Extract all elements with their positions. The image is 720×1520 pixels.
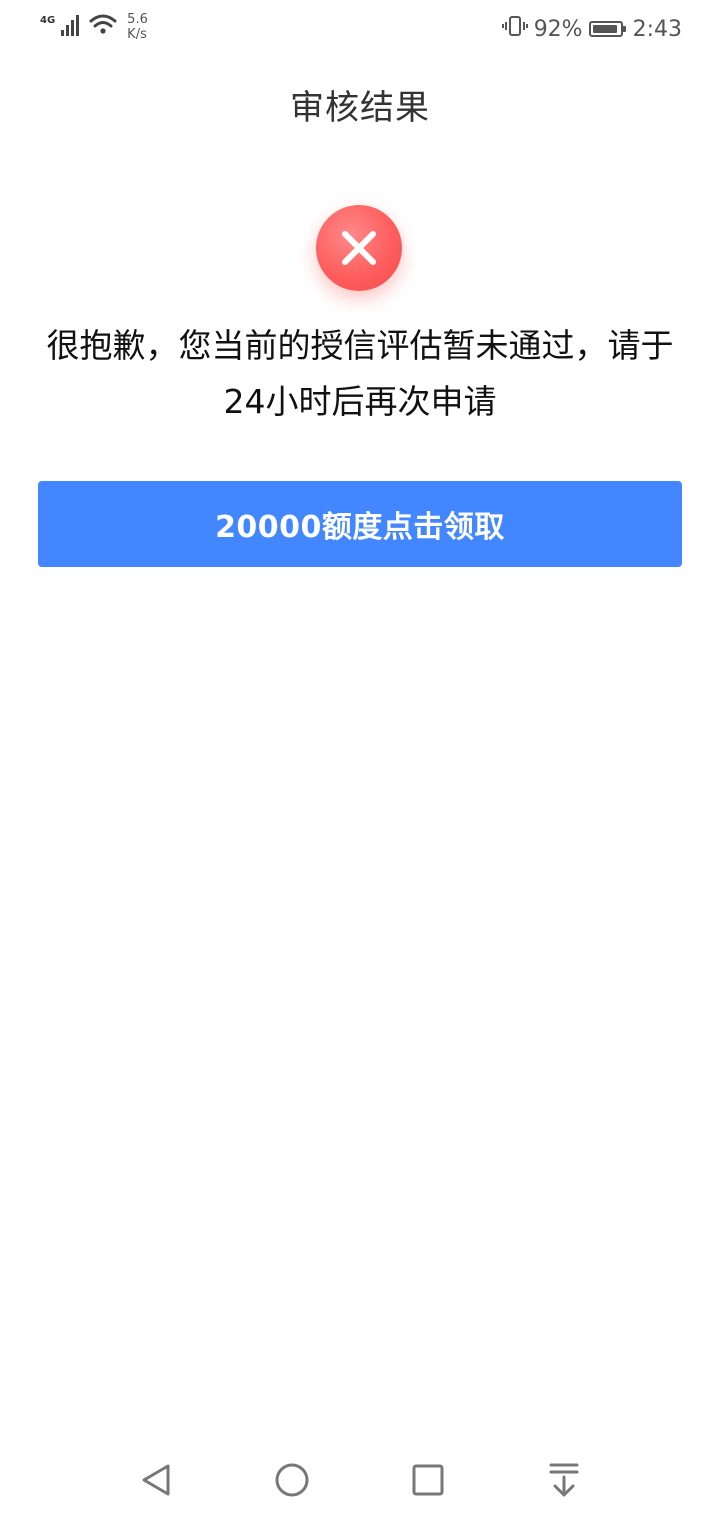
speed-unit: K/s [127,27,147,42]
result-message: 很抱歉，您当前的授信评估暂未通过，请于24小时后再次申请 [46,326,674,421]
status-right: 92% 2:43 [501,14,682,44]
vibrate-icon [501,14,528,44]
system-nav-bar [0,1440,720,1520]
home-icon[interactable] [270,1458,314,1502]
status-bar: 4G 5.6 K/s 92% 2:43 [0,0,720,56]
signal-icon [61,12,83,40]
claim-credit-button[interactable]: 20000额度点击领取 [38,481,682,567]
battery-percent: 92% [533,16,583,42]
clock: 2:43 [632,16,682,42]
page-title: 审核结果 [290,88,430,128]
speed-value: 5.6 [127,12,148,27]
notification-pulldown-icon[interactable] [542,1458,586,1502]
network-speed: 5.6 K/s [127,12,148,42]
wifi-icon [89,12,117,40]
battery-level-fill [592,25,617,33]
error-status-icon [316,205,402,291]
screen: 4G 5.6 K/s 92% 2:43 审核结果 很抱歉，您当前的授信评估暂未通… [0,0,720,1520]
back-icon[interactable] [134,1458,178,1502]
battery-icon [588,21,626,37]
status-left: 4G 5.6 K/s [40,12,148,42]
network-type-label: 4G [40,15,56,26]
recents-icon[interactable] [406,1458,450,1502]
close-icon [342,231,376,265]
